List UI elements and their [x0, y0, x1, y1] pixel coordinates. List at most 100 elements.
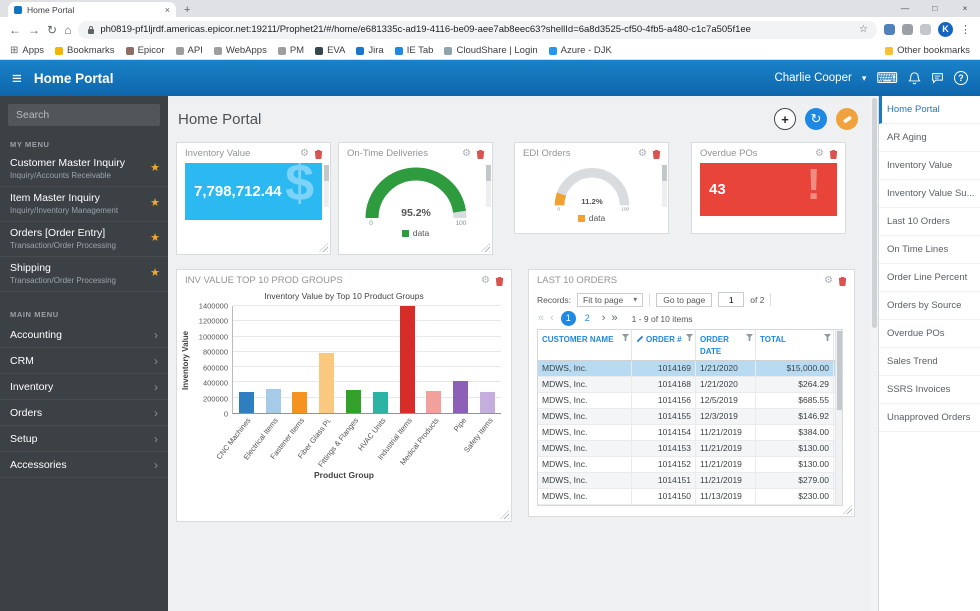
right-panel-item[interactable]: Sales Trend	[879, 348, 980, 376]
first-page-icon[interactable]: «	[537, 313, 545, 324]
table-row[interactable]: MDWS, Inc. 1014156 12/5/2019 $685.55	[538, 393, 842, 409]
page-size-dropdown[interactable]: Fit to page ▾	[577, 292, 644, 307]
go-to-page-button[interactable]: Go to page	[656, 292, 713, 307]
chart-bar[interactable]	[426, 390, 442, 413]
back-icon[interactable]: ←	[9, 24, 21, 36]
extension-icon[interactable]	[902, 24, 913, 35]
table-row[interactable]: MDWS, Inc. 1014155 12/3/2019 $146.92	[538, 409, 842, 425]
right-panel-item[interactable]: Overdue POs	[879, 320, 980, 348]
chart-bar[interactable]	[399, 306, 415, 413]
extension-icon[interactable]	[884, 24, 895, 35]
resize-handle[interactable]	[319, 243, 328, 252]
apps-shortcut[interactable]: ⊞ Apps	[10, 45, 44, 56]
trash-icon[interactable]	[652, 149, 661, 159]
gear-icon[interactable]: ⚙	[638, 148, 647, 159]
clear-button[interactable]	[836, 108, 858, 130]
chart-bar[interactable]	[372, 391, 388, 413]
right-panel-item[interactable]: On Time Lines	[879, 236, 980, 264]
tab-close-icon[interactable]: ×	[165, 5, 170, 15]
chart-bar[interactable]	[265, 389, 281, 413]
grid-scrollbar[interactable]	[835, 330, 842, 505]
address-bar[interactable]: ph0819-pf1ljrdf.americas.epicor.net:1921…	[78, 20, 877, 39]
trash-icon[interactable]	[829, 149, 838, 159]
bookmark-item[interactable]: IE Tab	[394, 45, 433, 56]
sidebar-my-menu-item[interactable]: Customer Master Inquiry Inquiry/Accounts …	[0, 152, 168, 187]
resize-handle[interactable]	[481, 243, 490, 252]
new-tab-button[interactable]: +	[184, 4, 190, 17]
bookmark-item[interactable]: PM	[277, 45, 304, 56]
table-row[interactable]: MDWS, Inc. 1014152 11/21/2019 $130.00	[538, 457, 842, 473]
right-panel-item[interactable]: Last 10 Orders	[879, 208, 980, 236]
column-header[interactable]: ORDER DATE	[696, 330, 756, 360]
refresh-button[interactable]: ↻	[805, 108, 827, 130]
right-panel-item[interactable]: Orders by Source	[879, 292, 980, 320]
sidebar-main-menu-item[interactable]: Inventory ›	[0, 374, 168, 400]
widget-scrollbar[interactable]	[324, 165, 329, 207]
gear-icon[interactable]: ⚙	[481, 275, 490, 286]
reload-icon[interactable]: ↻	[47, 24, 57, 36]
window-maximize-button[interactable]: □	[920, 0, 950, 17]
page-button[interactable]: 2	[580, 311, 595, 326]
widget-scrollbar[interactable]	[486, 165, 491, 207]
right-panel-item[interactable]: SSRS Invoices	[879, 376, 980, 404]
bookmark-item[interactable]: Bookmarks	[55, 45, 115, 56]
right-panel-item[interactable]: AR Aging	[879, 124, 980, 152]
chart-bar[interactable]	[453, 380, 469, 413]
browser-menu-icon[interactable]: ⋮	[960, 23, 971, 36]
filter-icon[interactable]	[686, 334, 693, 341]
table-row[interactable]: MDWS, Inc. 1014153 11/21/2019 $130.00	[538, 441, 842, 457]
table-row[interactable]: MDWS, Inc. 1014154 11/21/2019 $384.00	[538, 425, 842, 441]
filter-icon[interactable]	[824, 334, 831, 341]
forward-icon[interactable]: →	[28, 24, 40, 36]
home-icon[interactable]: ⌂	[64, 24, 71, 36]
sidebar-main-menu-item[interactable]: Accessories ›	[0, 452, 168, 478]
favorite-star-icon[interactable]: ★	[150, 196, 160, 209]
chart-bar[interactable]	[480, 391, 496, 413]
help-icon[interactable]: ?	[954, 71, 968, 85]
bookmark-item[interactable]: Jira	[356, 45, 384, 56]
sidebar-main-menu-item[interactable]: Orders ›	[0, 400, 168, 426]
favorite-star-icon[interactable]: ★	[150, 161, 160, 174]
table-row[interactable]: MDWS, Inc. 1014169 1/21/2020 $15,000.00	[538, 361, 842, 377]
bookmark-item[interactable]: API	[175, 45, 203, 56]
chart-bar[interactable]	[346, 390, 362, 413]
chart-bar[interactable]	[238, 392, 254, 413]
previous-page-icon[interactable]: ‹	[549, 313, 555, 324]
extension-icon[interactable]	[920, 24, 931, 35]
sidebar-my-menu-item[interactable]: Shipping Transaction/Order Processing ★	[0, 257, 168, 292]
profile-avatar[interactable]: K	[938, 22, 953, 37]
hamburger-menu-icon[interactable]: ≡	[12, 70, 22, 87]
right-panel-item[interactable]: Inventory Value	[879, 152, 980, 180]
notifications-bell-icon[interactable]	[908, 71, 921, 85]
favorite-star-icon[interactable]: ★	[150, 231, 160, 244]
trash-icon[interactable]	[838, 276, 847, 286]
user-caret-icon[interactable]: ▾	[862, 73, 867, 84]
gear-icon[interactable]: ⚙	[462, 148, 471, 159]
next-page-icon[interactable]: ›	[601, 313, 607, 324]
filter-icon[interactable]	[746, 334, 753, 341]
table-row[interactable]: MDWS, Inc. 1014151 11/21/2019 $279.00	[538, 473, 842, 489]
bookmark-item[interactable]: CloudShare | Login	[444, 45, 538, 56]
right-panel-item[interactable]: Order Line Percent	[879, 264, 980, 292]
column-header[interactable]: CUSTOMER NAME	[538, 330, 632, 360]
table-row[interactable]: MDWS, Inc. 1014168 1/21/2020 $264.29	[538, 377, 842, 393]
gear-icon[interactable]: ⚙	[824, 275, 833, 286]
filter-icon[interactable]	[622, 334, 629, 341]
favorite-star-icon[interactable]: ★	[150, 266, 160, 279]
sidebar-my-menu-item[interactable]: Item Master Inquiry Inquiry/Inventory Man…	[0, 187, 168, 222]
bookmark-star-icon[interactable]: ☆	[859, 24, 868, 35]
bookmark-item[interactable]: Azure - DJK	[548, 45, 612, 56]
add-widget-button[interactable]: +	[774, 108, 796, 130]
chart-bar[interactable]	[319, 353, 335, 413]
right-panel-item[interactable]: Inventory Value Su...	[879, 180, 980, 208]
resize-handle[interactable]	[843, 505, 852, 514]
keyboard-icon[interactable]: ⌨	[876, 71, 898, 86]
trash-icon[interactable]	[495, 276, 504, 286]
table-row[interactable]: MDWS, Inc. 1014150 11/13/2019 $230.00	[538, 489, 842, 505]
bookmark-item[interactable]: Epicor	[125, 45, 165, 56]
window-minimize-button[interactable]: —	[890, 0, 920, 17]
gear-icon[interactable]: ⚙	[300, 148, 309, 159]
search-input[interactable]	[8, 104, 160, 126]
column-header[interactable]: ORDER #	[632, 330, 696, 360]
other-bookmarks[interactable]: Other bookmarks	[885, 45, 970, 56]
